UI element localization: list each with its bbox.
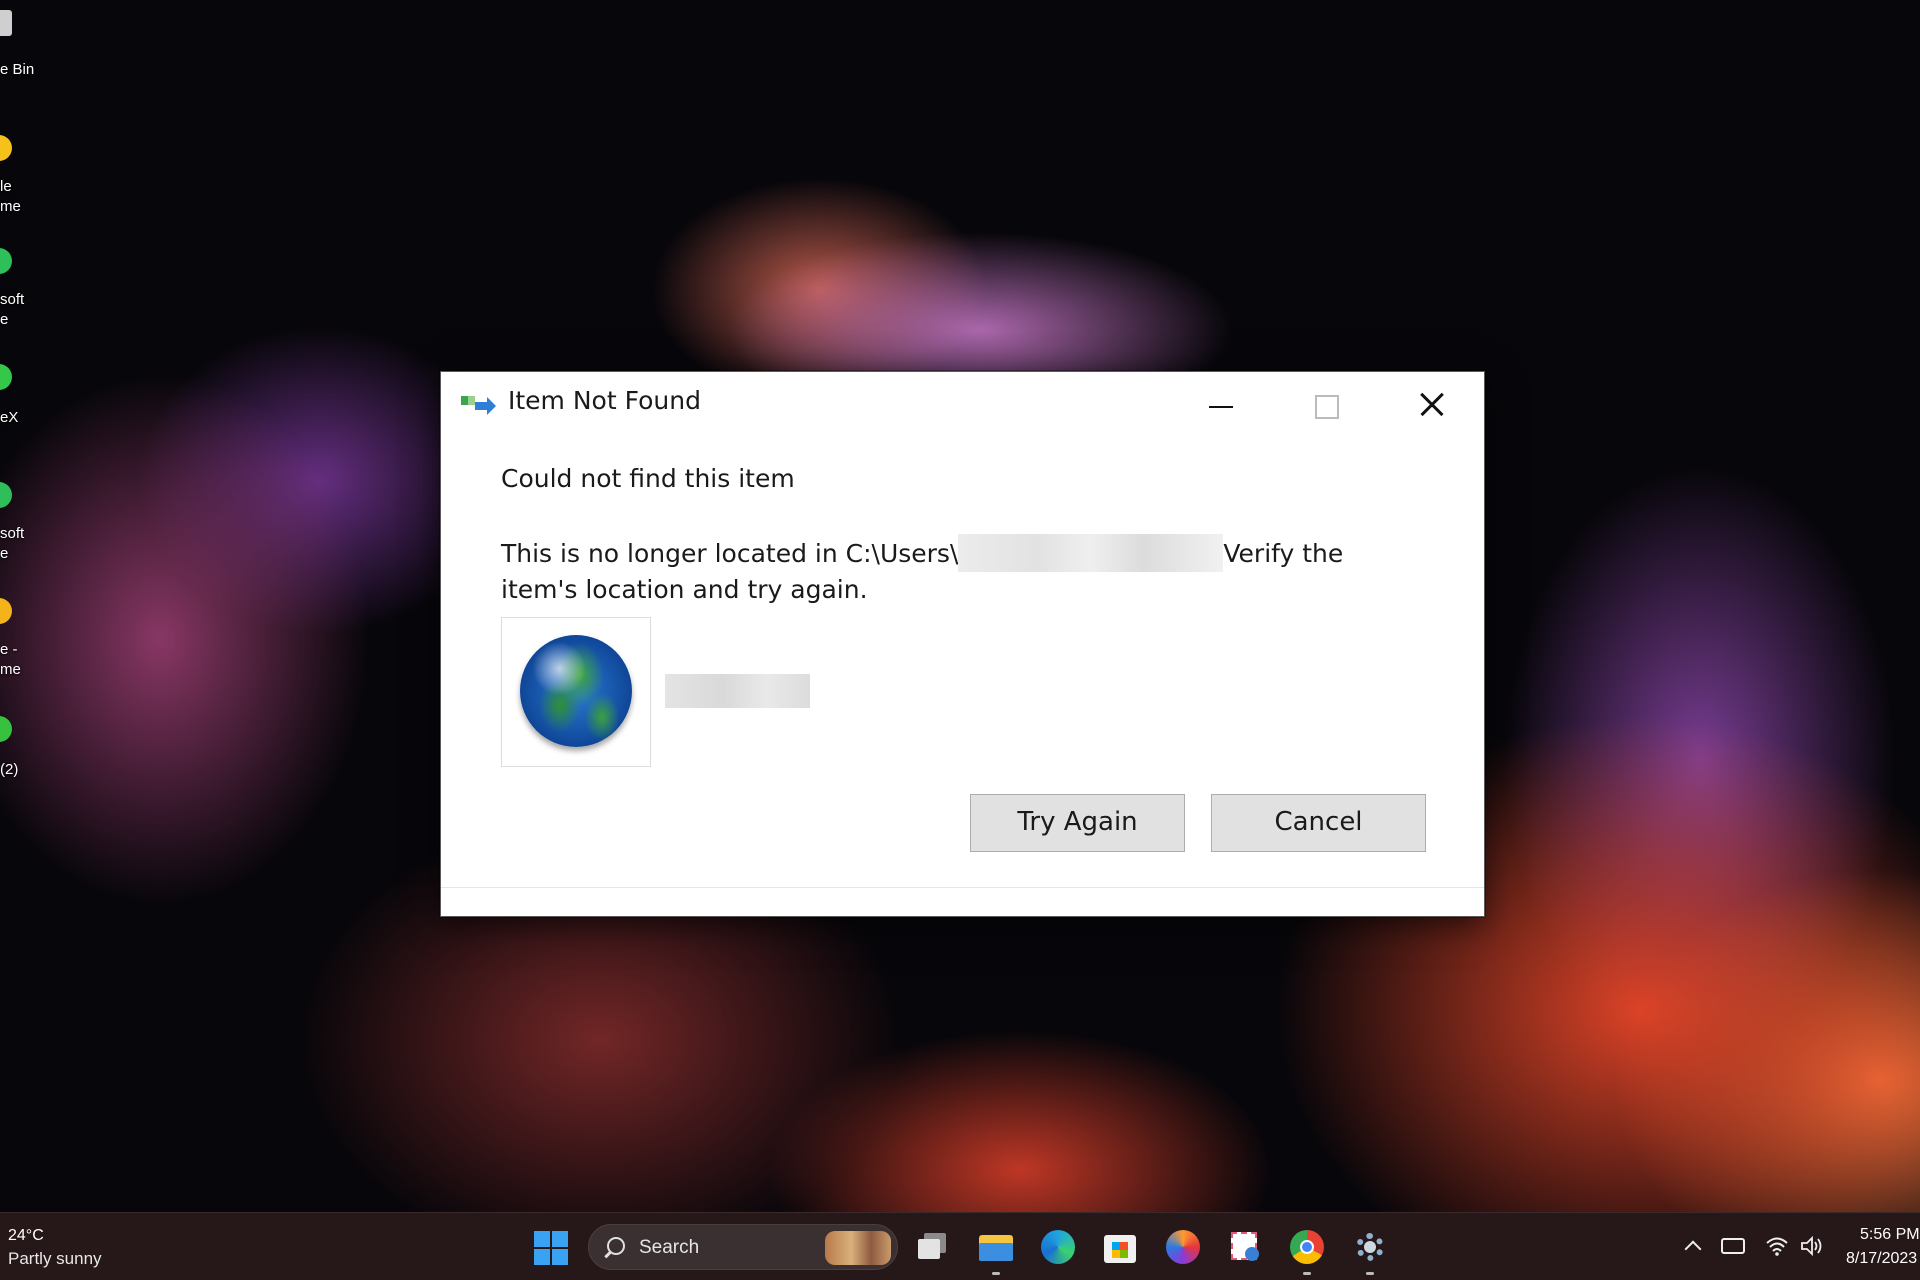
running-indicator xyxy=(1303,1272,1311,1275)
edge-icon xyxy=(0,482,12,508)
recycle-bin-icon xyxy=(0,10,12,36)
desktop-icon-label: soft e xyxy=(0,525,25,562)
settings-icon[interactable] xyxy=(1350,1227,1390,1267)
redacted-item-name xyxy=(665,674,810,708)
item-not-found-dialog: Item Not Found Could not find this item … xyxy=(440,371,1485,917)
snipping-tool-icon[interactable] xyxy=(1225,1227,1265,1267)
windows-logo-tile xyxy=(534,1249,550,1265)
weather-description: Partly sunny xyxy=(8,1249,102,1268)
task-view-front-window xyxy=(918,1239,940,1259)
chrome-icon xyxy=(0,135,12,161)
dialog-footer-divider xyxy=(441,887,1484,888)
globe-icon xyxy=(520,635,632,747)
firefox-logo xyxy=(1166,1230,1200,1264)
keyboard-shape xyxy=(1721,1238,1745,1254)
chrome-center xyxy=(1300,1240,1314,1254)
desktop-icon-label: le me xyxy=(0,178,21,215)
task-view-icon[interactable] xyxy=(914,1227,954,1267)
firefox-icon[interactable] xyxy=(1163,1227,1203,1267)
windows-logo-tile xyxy=(534,1231,550,1247)
maximize-button[interactable] xyxy=(1301,380,1351,420)
desktop-icon-label: (2) xyxy=(0,761,19,778)
edge-icon xyxy=(0,248,12,274)
clock-time: 5:56 PM xyxy=(1860,1226,1920,1243)
edge-logo xyxy=(1041,1230,1075,1264)
wifi-icon[interactable] xyxy=(1765,1235,1789,1257)
try-again-button[interactable]: Try Again xyxy=(970,794,1185,852)
close-button[interactable] xyxy=(1407,380,1457,420)
taskbar: 24°C Partly sunny Search 5:56 PM 8/17/20… xyxy=(0,1212,1920,1280)
start-button[interactable] xyxy=(534,1231,568,1265)
app-icon xyxy=(0,364,12,390)
chevron-up-icon[interactable] xyxy=(1684,1240,1702,1258)
desktop-icon-label: e - me xyxy=(0,641,21,678)
minimize-button[interactable] xyxy=(1196,380,1246,420)
desktop-icon-label: soft e xyxy=(0,291,25,328)
store-logo xyxy=(1112,1242,1128,1258)
windows-logo-tile xyxy=(552,1249,568,1265)
message-prefix: This is no longer located in C:\Users\ xyxy=(501,539,959,568)
app-icon xyxy=(0,716,12,742)
chrome-icon xyxy=(0,598,12,624)
desktop-icon-label: e Bin xyxy=(0,61,35,78)
dialog-heading: Could not find this item xyxy=(501,464,795,493)
weather-temperature: 24°C xyxy=(8,1227,44,1244)
keyboard-icon[interactable] xyxy=(1721,1235,1745,1257)
desktop-icons: e Bin le me soft e eX soft e e - me (2) xyxy=(0,0,40,800)
item-thumbnail xyxy=(501,617,651,767)
folder-icon[interactable] xyxy=(976,1227,1016,1267)
search-placeholder: Search xyxy=(639,1237,700,1258)
running-indicator xyxy=(1366,1272,1374,1275)
dialog-titlebar[interactable]: Item Not Found xyxy=(441,372,1484,430)
desktop-icon-label: eX xyxy=(0,409,19,426)
dialog-message: This is no longer located in C:\Users\ Ve… xyxy=(501,534,1401,608)
cancel-button[interactable]: Cancel xyxy=(1211,794,1426,852)
volume-icon[interactable] xyxy=(1800,1235,1824,1257)
gear-center xyxy=(1364,1241,1376,1253)
edge-icon[interactable] xyxy=(1038,1227,1078,1267)
shortcut-arrow-icon xyxy=(461,396,496,415)
chrome-icon[interactable] xyxy=(1287,1227,1327,1267)
search-icon xyxy=(607,1237,625,1255)
running-indicator xyxy=(992,1272,1000,1275)
store-icon[interactable] xyxy=(1100,1227,1140,1267)
clock-date: 8/17/2023 xyxy=(1846,1250,1918,1267)
windows-logo-tile xyxy=(552,1231,568,1247)
search-highlight-image xyxy=(825,1231,891,1265)
dialog-title: Item Not Found xyxy=(508,386,701,415)
snipping-tool-scissors xyxy=(1245,1247,1259,1261)
redacted-path xyxy=(958,534,1224,572)
taskbar-search-box[interactable]: Search xyxy=(588,1224,898,1270)
folder-front xyxy=(979,1243,1013,1261)
